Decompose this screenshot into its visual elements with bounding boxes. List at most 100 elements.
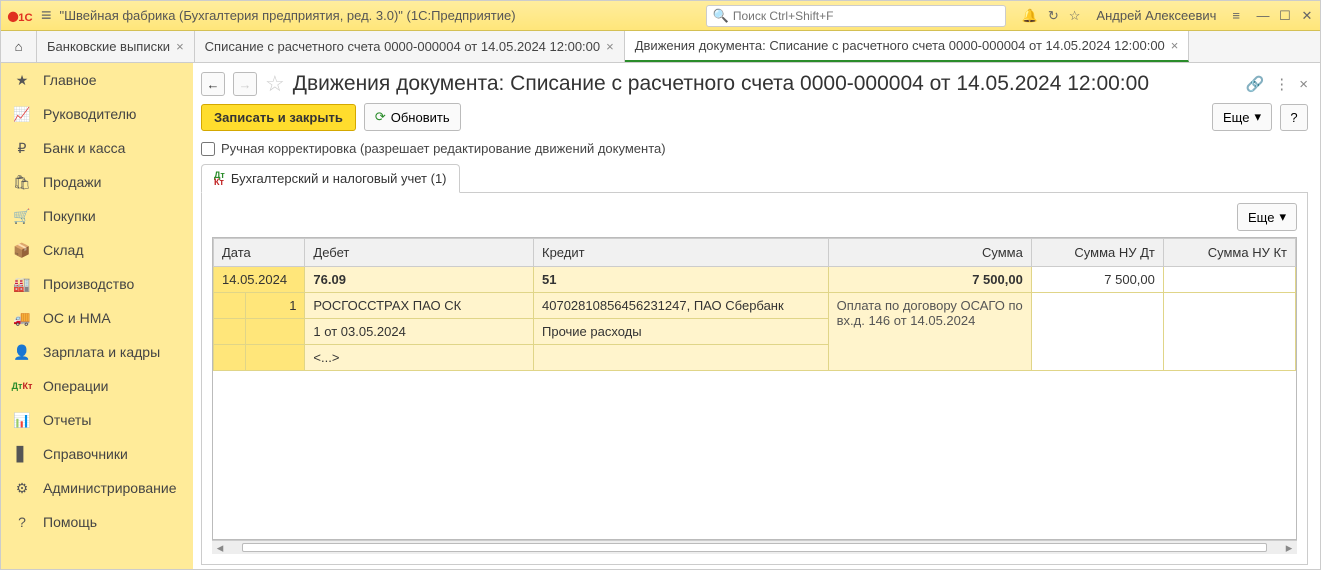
more-icon[interactable]: ⋮ [1274,75,1289,93]
col-amount[interactable]: Сумма [828,239,1031,267]
dtkt-icon: ДтКт [13,382,31,390]
close-icon[interactable]: × [1171,38,1179,53]
user-name[interactable]: Андрей Алексеевич [1096,8,1216,23]
star-icon[interactable]: ☆ [1069,8,1081,24]
table-row[interactable]: 14.05.2024 76.09 51 7 500,00 7 500,00 [214,267,1296,293]
sidebar-item-label: Отчеты [43,412,91,428]
nav-back-button[interactable]: ← [201,72,225,96]
refresh-icon: ⟳ [375,109,386,125]
btn-label: Обновить [391,110,450,125]
nav-forward-button[interactable]: → [233,72,257,96]
scroll-right-arrow[interactable]: ▸ [1281,541,1297,554]
cell-nu-kt-empty [1163,293,1295,371]
favorite-icon[interactable]: ☆ [265,71,285,97]
tab-movements[interactable]: Движения документа: Списание с расчетног… [625,31,1190,62]
cell-spacer [214,293,246,319]
sidebar-item-sales[interactable]: 🛍 Продажи [1,165,193,199]
more-button[interactable]: Еще ▾ [1212,103,1272,131]
cell-debit-sub2: 1 от 03.05.2024 [305,319,534,345]
chevron-down-icon: ▾ [1254,109,1261,125]
sidebar-item-label: Главное [43,72,97,88]
close-icon[interactable]: × [606,39,614,54]
bars-icon: 📊 [13,412,31,429]
sidebar-item-assets[interactable]: 🚚ОС и НМА [1,301,193,335]
page-title: Движения документа: Списание с расчетног… [293,72,1149,96]
sidebar-item-bank[interactable]: ₽Банк и касса [1,131,193,165]
sidebar-item-label: Склад [43,242,84,258]
sidebar-item-reports[interactable]: 📊 Отчеты [1,403,193,437]
col-date[interactable]: Дата [214,239,305,267]
main-menu-icon[interactable]: ≡ [41,5,52,26]
cell-num: 1 [246,293,305,319]
sidebar-item-catalogs[interactable]: ▋ Справочники [1,437,193,471]
bag-icon: 🛍 [13,174,31,191]
inner-tab-label: Бухгалтерский и налоговый учет (1) [231,171,447,186]
cart-icon: 🛒 [13,208,31,225]
app-title-text: "Швейная фабрика (Бухгалтерия предприяти… [60,8,516,23]
table-more-button[interactable]: Еще ▾ [1237,203,1297,231]
refresh-button[interactable]: ⟳ Обновить [364,103,461,131]
cell-amount: 7 500,00 [828,267,1031,293]
sidebar-item-manager[interactable]: 📈 Руководителю [1,97,193,131]
table-row[interactable]: 1 РОСГОССТРАХ ПАО СК 4070281085645623124… [214,293,1296,319]
ruble-icon: ₽ [13,140,31,157]
user-menu-icon[interactable]: ≡ [1232,8,1240,23]
home-icon: ⌂ [15,39,23,54]
close-icon[interactable]: × [176,39,184,54]
sidebar-item-label: Продажи [43,174,101,190]
horizontal-scrollbar[interactable]: ◂ ▸ [212,540,1297,554]
sidebar-item-label: Администрирование [43,480,177,496]
tab-label: Движения документа: Списание с расчетног… [635,38,1165,53]
btn-label: Еще [1223,110,1249,125]
sidebar-item-label: Зарплата и кадры [43,344,160,360]
manual-edit-label: Ручная корректировка (разрешает редактир… [221,141,666,156]
sidebar-item-label: Помощь [43,514,97,530]
help-icon: ? [13,514,31,530]
cell-credit-acc: 51 [534,267,829,293]
search-box[interactable]: 🔍 [706,5,1006,27]
sidebar-item-admin[interactable]: ⚙Администрирование [1,471,193,505]
history-icon[interactable]: ↻ [1048,8,1059,24]
tab-bank-statements[interactable]: Банковские выписки × [37,31,195,62]
sidebar-item-production[interactable]: 🏭Производство [1,267,193,301]
sidebar-item-label: Операции [43,378,109,394]
titlebar: 1С ≡ "Швейная фабрика (Бухгалтерия предп… [1,1,1320,31]
close-icon[interactable]: × [1299,76,1308,93]
home-tab[interactable]: ⌂ [1,31,37,62]
sidebar-item-operations[interactable]: ДтКт Операции [1,369,193,403]
sidebar-item-payroll[interactable]: 👤Зарплата и кадры [1,335,193,369]
book-icon: ▋ [13,446,31,463]
bell-icon[interactable]: 🔔 [1022,8,1038,24]
cell-debit-sub3: <...> [305,345,534,371]
col-credit[interactable]: Кредит [534,239,829,267]
cell-amount-desc: Оплата по договору ОСАГО по вх.д. 146 от… [828,293,1031,371]
close-button[interactable]: ✕ [1300,9,1314,23]
sidebar-item-label: Руководителю [43,106,136,122]
chart-icon: 📈 [13,106,31,123]
sidebar-item-purchases[interactable]: 🛒Покупки [1,199,193,233]
sidebar-item-label: Справочники [43,446,128,462]
maximize-button[interactable]: ☐ [1278,9,1292,23]
sidebar-item-warehouse[interactable]: 📦Склад [1,233,193,267]
link-icon[interactable]: 🔗 [1246,75,1265,93]
scroll-left-arrow[interactable]: ◂ [212,541,228,554]
help-button[interactable]: ? [1280,104,1308,131]
col-debit[interactable]: Дебет [305,239,534,267]
save-close-button[interactable]: Записать и закрыть [201,104,356,131]
btn-label: Еще [1248,210,1274,225]
tab-bar: ⌂ Банковские выписки × Списание с расчет… [1,31,1320,63]
col-nu-dt[interactable]: Сумма НУ Дт [1031,239,1163,267]
cell-credit-sub2: Прочие расходы [534,319,829,345]
inner-tab-accounting[interactable]: ДтКт Бухгалтерский и налоговый учет (1) [201,164,460,193]
search-input[interactable] [733,9,999,23]
minimize-button[interactable]: — [1256,9,1270,23]
sidebar-item-help[interactable]: ? Помощь [1,505,193,539]
cell-spacer [246,319,305,345]
sidebar-item-main[interactable]: ★Главное [1,63,193,97]
col-nu-kt[interactable]: Сумма НУ Кт [1163,239,1295,267]
tab-label: Банковские выписки [47,39,170,54]
scroll-thumb[interactable] [242,543,1267,552]
table-header-row: Дата Дебет Кредит Сумма Сумма НУ Дт Сумм… [214,239,1296,267]
tab-write-off[interactable]: Списание с расчетного счета 0000-000004 … [195,31,625,62]
manual-edit-checkbox[interactable] [201,142,215,156]
